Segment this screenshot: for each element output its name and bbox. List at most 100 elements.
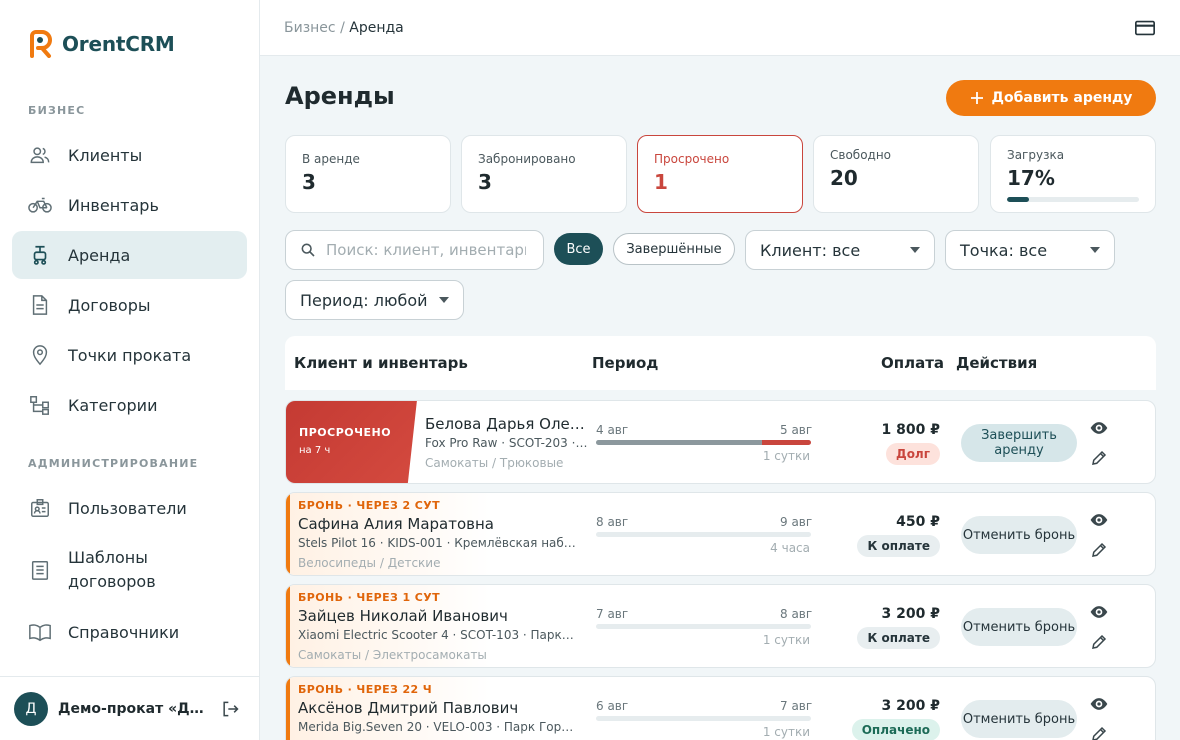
point-filter-value: Точка: все	[960, 240, 1048, 260]
credit-card-icon[interactable]	[1134, 17, 1156, 39]
inventory-category: Самокаты / Трюковые	[425, 456, 564, 470]
logout-icon[interactable]	[218, 697, 242, 721]
eye-icon[interactable]	[1088, 693, 1110, 715]
sidebar-item-label: Категории	[68, 395, 158, 415]
sidebar-item-contracts[interactable]: Договоры	[12, 281, 247, 329]
sidebar-item-label: Аренда	[68, 245, 131, 265]
finish-rental-button[interactable]: Завершить аренду	[961, 424, 1077, 462]
sidebar-item-clients[interactable]: Клиенты	[12, 131, 247, 179]
avatar[interactable]: Д	[14, 691, 48, 726]
period-start: 6 авг	[596, 699, 629, 713]
chevron-down-icon	[1090, 247, 1100, 253]
period-progress-fill	[596, 440, 762, 445]
eye-icon[interactable]	[1088, 601, 1110, 623]
sidebar-item-inventory[interactable]: Инвентарь	[12, 181, 247, 229]
eye-icon[interactable]	[1088, 509, 1110, 531]
org-name: Демо-прокат «Двухколёсный»	[58, 700, 208, 717]
sidebar-item-users[interactable]: Пользователи	[12, 484, 247, 532]
inventory-category: Самокаты / Электросамокаты	[298, 648, 487, 662]
client-name[interactable]: Аксёнов Дмитрий Павлович	[298, 699, 588, 717]
stat-label: Загрузка	[1007, 148, 1065, 162]
filter-chip-all[interactable]: Все	[554, 233, 603, 265]
filter-chip-completed[interactable]: Завершённые	[613, 233, 735, 265]
overdue-tag-title: ПРОСРОЧЕНО	[299, 426, 392, 439]
template-icon	[28, 558, 52, 582]
breadcrumb: Бизнес / Аренда	[284, 20, 404, 36]
add-rental-button[interactable]: Добавить аренду	[946, 80, 1156, 116]
sidebar-item-label: Точки проката	[68, 345, 192, 365]
users-icon	[28, 143, 52, 167]
load-progress-fill	[1007, 197, 1030, 202]
edit-pencil-icon[interactable]	[1088, 723, 1110, 740]
table-row[interactable]: БРОНЬ · ЧЕРЕЗ 22 Ч Аксёнов Дмитрий Павло…	[285, 676, 1156, 740]
cancel-booking-button[interactable]: Отменить бронь	[961, 516, 1077, 554]
page-title: Аренды	[285, 82, 395, 110]
document-icon	[28, 293, 52, 317]
add-rental-label: Добавить аренду	[991, 90, 1133, 106]
payment-status-badge: К оплате	[857, 535, 940, 557]
payment-status-badge: Оплачено	[851, 719, 940, 740]
table-row[interactable]: БРОНЬ · ЧЕРЕЗ 2 СУТ Сафина Алия Маратовн…	[285, 492, 1156, 576]
sidebar-item-label: Клиенты	[68, 145, 143, 165]
chevron-down-icon	[910, 247, 920, 253]
column-header-actions: Действия	[956, 354, 1038, 372]
client-filter-value: Клиент: все	[760, 240, 861, 260]
eye-icon[interactable]	[1088, 417, 1110, 439]
logo[interactable]: OrentCRM	[28, 30, 175, 58]
stat-card-load[interactable]: Загрузка 17%	[990, 135, 1156, 213]
table-row[interactable]: ПРОСРОЧЕНО на 7 ч Белова Дарья Олеговна …	[285, 400, 1156, 484]
logo-text: OrentCRM	[62, 32, 175, 56]
stat-value: 1	[654, 170, 668, 194]
search-input[interactable]	[326, 241, 526, 259]
period-filter-select[interactable]: Период: любой	[285, 280, 464, 320]
sidebar-item-dictionaries[interactable]: Справочники	[12, 608, 247, 656]
booking-tag: БРОНЬ · ЧЕРЕЗ 1 СУТ	[298, 591, 440, 604]
stat-card-free[interactable]: Свободно 20	[813, 135, 979, 213]
client-filter-select[interactable]: Клиент: все	[745, 230, 935, 270]
payment-amount: 3 200 ₽	[881, 606, 940, 622]
sidebar-item-categories[interactable]: Категории	[12, 381, 247, 429]
stat-card-booked[interactable]: Забронировано 3	[461, 135, 627, 213]
period-progress-bar	[596, 716, 811, 721]
period-end: 9 авг	[780, 515, 813, 529]
breadcrumb-separator: /	[335, 19, 350, 36]
inventory-item: Stels Pilot 16 · KIDS-001 · Кремлёвская …	[298, 536, 578, 550]
edit-pencil-icon[interactable]	[1088, 539, 1110, 561]
client-name[interactable]: Белова Дарья Олеговна	[425, 415, 589, 433]
sidebar-item-templates[interactable]: Шаблоны договоров	[12, 540, 247, 600]
period-start: 7 авг	[596, 607, 629, 621]
cancel-booking-button[interactable]: Отменить бронь	[961, 700, 1077, 738]
inventory-item: Merida Big.Seven 20 · VELO-003 · Парк Го…	[298, 720, 574, 734]
column-header-payment[interactable]: Оплата	[881, 354, 944, 372]
inventory-item: Fox Pro Raw · SCOT-203 · Парк Горького	[425, 436, 589, 450]
stat-label: Свободно	[830, 148, 892, 162]
stat-card-active[interactable]: В аренде 3	[285, 135, 451, 213]
load-progress-bar	[1007, 197, 1139, 202]
sidebar: OrentCRM БИЗНЕС Клиенты Инвентарь Аренда…	[0, 0, 260, 740]
payment-amount: 3 200 ₽	[881, 698, 940, 714]
search-box[interactable]	[285, 230, 544, 270]
edit-pencil-icon[interactable]	[1088, 447, 1110, 469]
sidebar-item-points[interactable]: Точки проката	[12, 331, 247, 379]
period-end: 8 авг	[780, 607, 813, 621]
client-name[interactable]: Зайцев Николай Иванович	[298, 607, 588, 625]
column-header-client[interactable]: Клиент и инвентарь	[294, 354, 468, 372]
stat-label: Просрочено	[654, 152, 730, 166]
period-end: 5 авг	[780, 423, 813, 437]
edit-pencil-icon[interactable]	[1088, 631, 1110, 653]
stat-card-overdue[interactable]: Просрочено 1	[637, 135, 803, 213]
point-filter-select[interactable]: Точка: все	[945, 230, 1115, 270]
sidebar-item-label: Справочники	[68, 622, 180, 642]
cancel-booking-button[interactable]: Отменить бронь	[961, 608, 1077, 646]
stat-label: Забронировано	[478, 152, 576, 166]
logo-mark-icon	[30, 30, 52, 58]
sidebar-item-rentals[interactable]: Аренда	[12, 231, 247, 279]
booking-tag: БРОНЬ · ЧЕРЕЗ 22 Ч	[298, 683, 433, 696]
period-start: 8 авг	[596, 515, 629, 529]
column-header-period[interactable]: Период	[592, 354, 658, 372]
location-pin-icon	[28, 343, 52, 367]
sidebar-footer: Д Демо-прокат «Двухколёсный»	[0, 676, 260, 740]
table-row[interactable]: БРОНЬ · ЧЕРЕЗ 1 СУТ Зайцев Николай Ивано…	[285, 584, 1156, 668]
breadcrumb-parent[interactable]: Бизнес	[284, 20, 336, 36]
client-name[interactable]: Сафина Алия Маратовна	[298, 515, 588, 533]
